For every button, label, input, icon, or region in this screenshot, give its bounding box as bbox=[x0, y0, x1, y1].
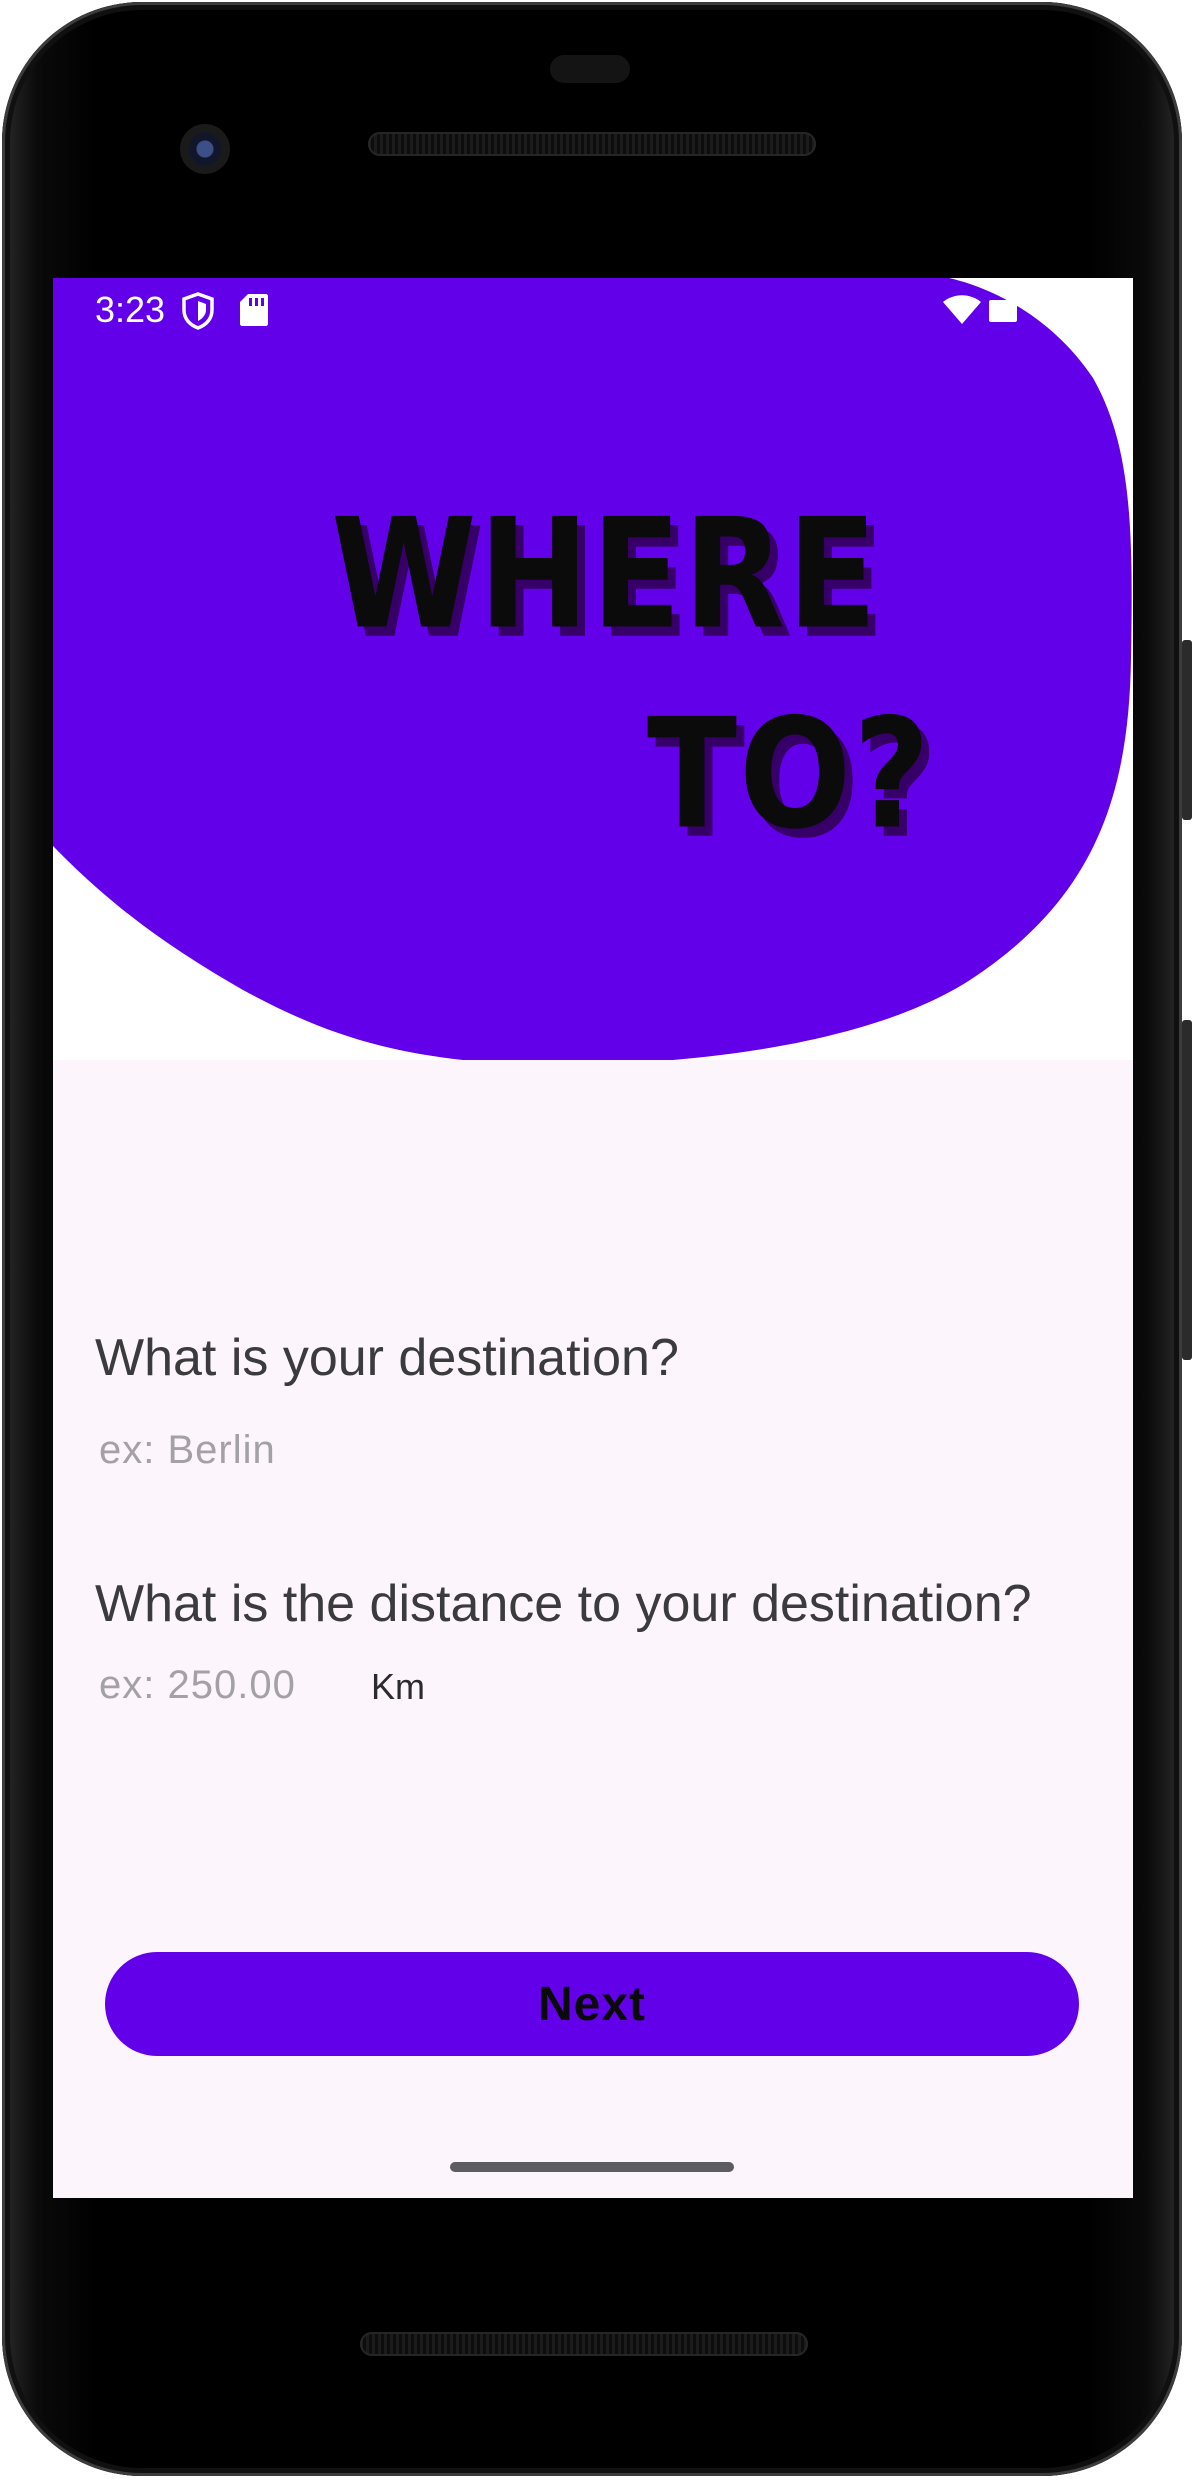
app-screen: WHERE TO? 3:23 What is your destination?… bbox=[53, 278, 1133, 2198]
destination-input[interactable] bbox=[99, 1420, 599, 1480]
purple-blob-shape bbox=[53, 278, 1132, 1060]
destination-question: What is your destination? bbox=[95, 1329, 679, 1387]
gesture-nav-handle[interactable] bbox=[450, 2162, 734, 2172]
power-button bbox=[1182, 640, 1192, 820]
headline-where: WHERE bbox=[331, 486, 880, 664]
distance-question: What is the distance to your destination… bbox=[95, 1575, 1032, 1633]
headline-to: TO? bbox=[647, 686, 932, 864]
earpiece bbox=[550, 55, 630, 83]
status-time: 3:23 bbox=[95, 289, 166, 330]
hero-banner: WHERE TO? 3:23 bbox=[53, 278, 1133, 1060]
distance-input[interactable] bbox=[99, 1655, 339, 1715]
bottom-speaker-grill bbox=[360, 2332, 808, 2356]
status-bar: 3:23 bbox=[53, 278, 1133, 344]
volume-button bbox=[1182, 1020, 1192, 1360]
phone-frame: WHERE TO? 3:23 What is your destination?… bbox=[0, 0, 1194, 2480]
next-button[interactable]: Next bbox=[105, 1952, 1079, 2056]
front-camera-icon bbox=[180, 124, 230, 174]
top-speaker-grill bbox=[368, 132, 816, 156]
distance-unit-label: Km bbox=[371, 1666, 425, 1707]
